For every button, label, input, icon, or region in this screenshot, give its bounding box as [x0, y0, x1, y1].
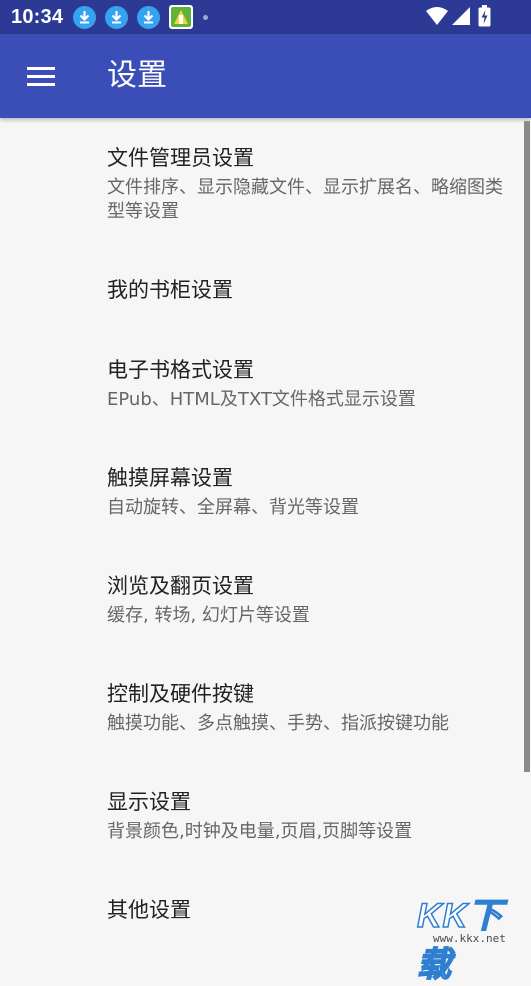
settings-item-touch-screen[interactable]: 触摸屏幕设置 自动旋转、全屏幕、背光等设置 — [107, 464, 517, 520]
settings-item-ebook-format[interactable]: 电子书格式设置 EPub、HTML及TXT文件格式显示设置 — [107, 356, 517, 412]
scrollbar[interactable] — [524, 121, 530, 772]
signal-icon — [451, 6, 471, 30]
app-icon — [169, 5, 194, 29]
app-bar: 设置 — [0, 34, 531, 118]
status-bar: 10:34 — [0, 0, 531, 34]
notification-dot-icon — [203, 14, 209, 20]
settings-item-subtitle: 文件排序、显示隐藏文件、显示扩展名、略缩图类型等设置 — [107, 177, 503, 222]
settings-item-title: 文件管理员设置 — [107, 146, 254, 170]
settings-item-title: 我的书柜设置 — [107, 278, 233, 302]
wifi-icon — [426, 6, 448, 30]
settings-item-bookshelf[interactable]: 我的书柜设置 — [107, 276, 517, 304]
status-right-icons — [426, 5, 491, 31]
settings-item-subtitle: 背景颜色,时钟及电量,页眉,页脚等设置 — [107, 821, 413, 842]
settings-item-file-manager[interactable]: 文件管理员设置 文件排序、显示隐藏文件、显示扩展名、略缩图类型等设置 — [107, 144, 517, 224]
download-icon — [137, 5, 161, 29]
settings-item-browse-paging[interactable]: 浏览及翻页设置 缓存, 转场, 幻灯片等设置 — [107, 572, 517, 628]
settings-item-title: 控制及硬件按键 — [107, 682, 254, 706]
download-icon — [105, 5, 129, 29]
page-title: 设置 — [107, 58, 167, 93]
settings-item-title: 浏览及翻页设置 — [107, 574, 254, 598]
status-time: 10:34 — [11, 5, 64, 28]
settings-item-controls-keys[interactable]: 控制及硬件按键 触摸功能、多点触摸、手势、指派按键功能 — [107, 680, 517, 736]
settings-item-title: 触摸屏幕设置 — [107, 466, 233, 490]
watermark-url: www.kkx.net — [433, 932, 506, 945]
settings-item-display[interactable]: 显示设置 背景颜色,时钟及电量,页眉,页脚等设置 — [107, 788, 517, 844]
download-icon — [73, 5, 97, 29]
settings-item-subtitle: 缓存, 转场, 幻灯片等设置 — [107, 605, 310, 626]
settings-item-subtitle: 自动旋转、全屏幕、背光等设置 — [107, 497, 359, 518]
settings-item-title: 电子书格式设置 — [107, 358, 254, 382]
battery-charging-icon — [478, 5, 491, 31]
menu-icon[interactable] — [27, 67, 55, 87]
settings-item-title: 显示设置 — [107, 790, 191, 814]
settings-item-subtitle: 触摸功能、多点触摸、手势、指派按键功能 — [107, 713, 449, 734]
settings-item-subtitle: EPub、HTML及TXT文件格式显示设置 — [107, 389, 416, 410]
watermark-logo: KK下载 www.kkx.net — [405, 888, 525, 985]
